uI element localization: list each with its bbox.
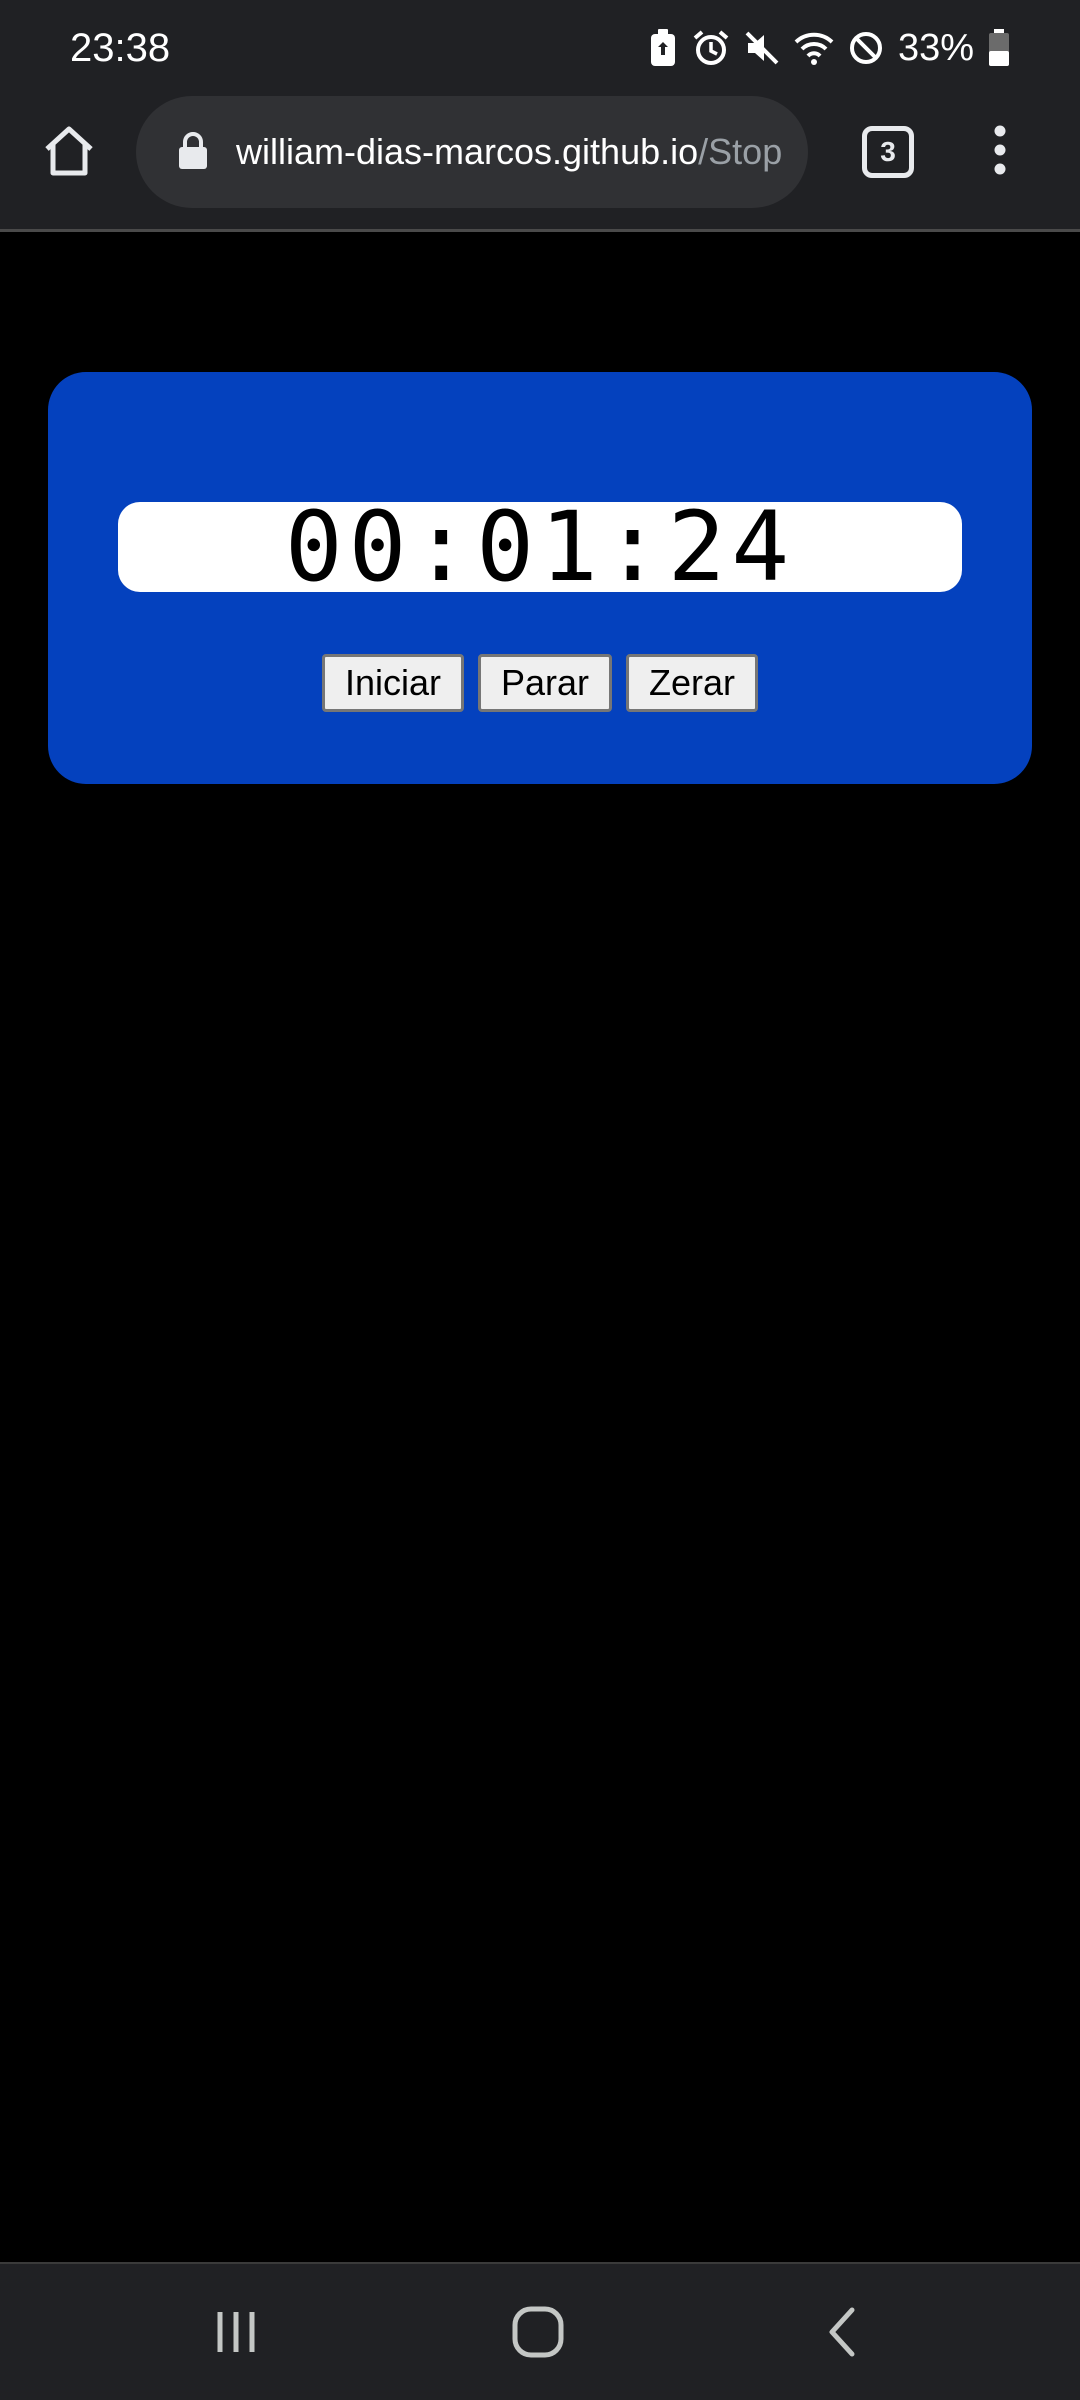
home-button[interactable] xyxy=(34,118,104,188)
battery-icon xyxy=(988,29,1010,67)
home-nav-icon xyxy=(510,2304,566,2365)
stop-button[interactable]: Parar xyxy=(477,654,613,712)
reset-button[interactable]: Zerar xyxy=(626,654,759,712)
status-icons: 33% xyxy=(648,22,1010,74)
page-content: 00:01:24 Iniciar Parar Zerar xyxy=(0,232,1080,2262)
system-nav-bar xyxy=(0,2262,1080,2400)
home-icon xyxy=(41,123,97,184)
do-not-disturb-icon xyxy=(848,30,884,66)
menu-button[interactable] xyxy=(978,122,1022,182)
more-vert-icon xyxy=(993,125,1007,180)
browser-toolbar: william-dias-marcos.github.io/Stop 3 xyxy=(0,96,1080,232)
start-button[interactable]: Iniciar xyxy=(321,654,464,712)
mute-icon xyxy=(744,30,780,66)
stopwatch-controls: Iniciar Parar Zerar xyxy=(48,654,1032,712)
address-bar[interactable]: william-dias-marcos.github.io/Stop xyxy=(136,96,808,208)
alarm-icon xyxy=(692,29,730,67)
status-bar: 23:38 33% xyxy=(0,0,1080,96)
home-nav-button[interactable] xyxy=(508,2304,568,2364)
back-button[interactable] xyxy=(812,2304,872,2364)
battery-percent: 33% xyxy=(897,27,974,69)
recent-apps-icon xyxy=(212,2308,260,2361)
tab-switcher-button[interactable]: 3 xyxy=(862,126,914,178)
wifi-icon xyxy=(794,30,834,66)
url-host: william-dias-marcos.github.io xyxy=(236,131,699,172)
back-icon xyxy=(822,2306,862,2363)
battery-saver-icon xyxy=(648,28,678,68)
recent-apps-button[interactable] xyxy=(206,2304,266,2364)
url-text[interactable]: william-dias-marcos.github.io/Stop xyxy=(236,96,784,208)
status-time: 23:38 xyxy=(70,26,171,70)
url-path: /Stop xyxy=(698,131,783,172)
lock-icon[interactable] xyxy=(176,130,210,177)
stopwatch-display: 00:01:24 xyxy=(118,499,962,595)
stopwatch-card: 00:01:24 Iniciar Parar Zerar xyxy=(48,372,1032,784)
